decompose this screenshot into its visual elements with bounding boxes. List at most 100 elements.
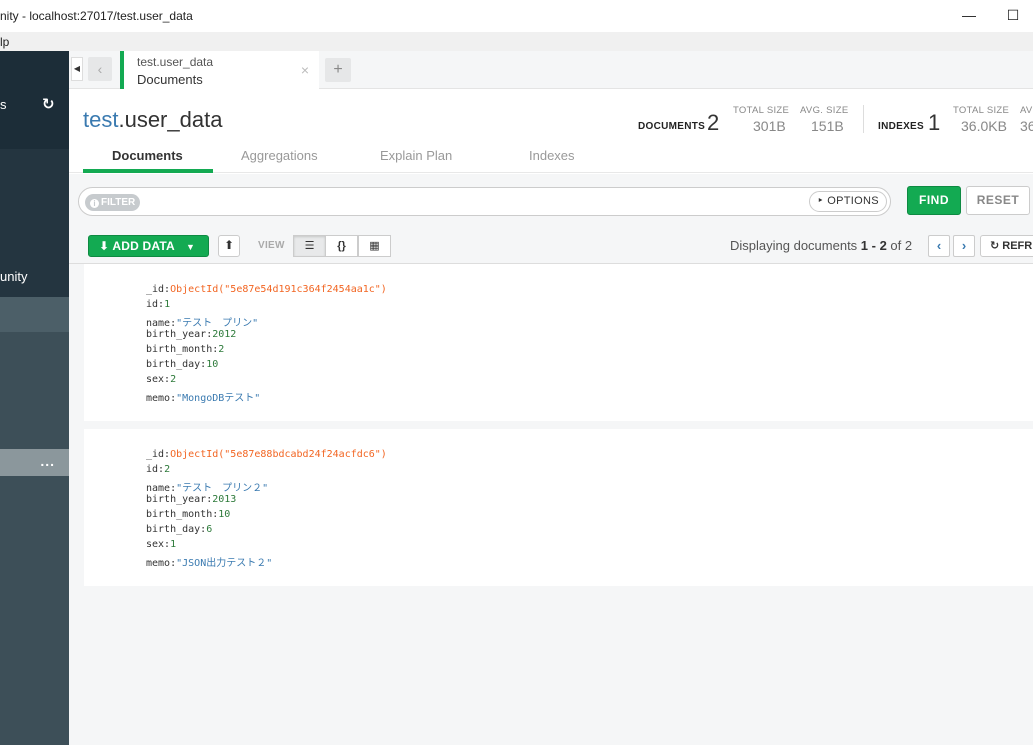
field-value: 6	[206, 524, 213, 535]
query-toolbar: i FILTER ‣ OPTIONS FIND RESET ⬇ ADD DATA …	[69, 174, 1033, 264]
field-value: 2	[170, 374, 177, 385]
document-field[interactable]: sex:2	[146, 374, 176, 385]
window-titlebar: nity - localhost:27017/test.user_data — …	[0, 0, 1033, 32]
sidebar-instance-header: s ↻	[0, 51, 69, 149]
menubar: lp	[0, 32, 1033, 51]
tab-namespace: test.user_data	[137, 55, 214, 69]
document-field[interactable]: birth_day:6	[146, 524, 212, 535]
field-key: sex:	[146, 539, 171, 550]
total-size-value: 301B	[753, 118, 786, 134]
prev-page-button[interactable]: ‹	[928, 235, 950, 257]
field-value: 1	[164, 299, 171, 310]
document-field[interactable]: birth_day:10	[146, 359, 218, 370]
add-data-button[interactable]: ⬇ ADD DATA ▼	[88, 235, 209, 257]
field-key: name:	[146, 483, 177, 494]
collection-header: test.user_data DOCUMENTS 2 TOTAL SIZE 30…	[69, 89, 1033, 173]
filter-bar[interactable]: i FILTER ‣ OPTIONS	[78, 187, 891, 216]
document-field[interactable]: id:2	[146, 464, 170, 475]
field-key: _id:	[146, 449, 171, 460]
field-key: birth_day:	[146, 359, 207, 370]
find-button[interactable]: FIND	[907, 186, 961, 215]
next-page-button[interactable]: ›	[953, 235, 975, 257]
caret-right-icon: ‣	[817, 195, 824, 207]
minimize-icon[interactable]: —	[957, 4, 981, 28]
document-field[interactable]: id:1	[146, 299, 170, 310]
list-view-button[interactable]: ☰	[293, 235, 326, 257]
more-options-icon[interactable]: ...	[40, 453, 55, 469]
field-key: id:	[146, 299, 165, 310]
export-button[interactable]: ⬆	[218, 235, 240, 257]
field-key: birth_day:	[146, 524, 207, 535]
refresh-button[interactable]: ↻ REFR	[980, 235, 1033, 257]
stats-divider	[863, 105, 864, 133]
table-icon: ▦	[369, 240, 380, 252]
braces-icon: {}	[337, 240, 346, 252]
info-icon: i	[90, 199, 99, 208]
field-value: 2	[218, 344, 225, 355]
document-field[interactable]: _id:ObjectId("5e87e88bdcabd24f24acfdc6")	[146, 449, 387, 460]
field-key: birth_year:	[146, 494, 213, 505]
document-field[interactable]: birth_month:2	[146, 344, 224, 355]
menu-item-help[interactable]: lp	[0, 35, 9, 49]
sidebar-instance-label: s	[0, 97, 7, 112]
table-view-button[interactable]: ▦	[358, 235, 391, 257]
field-value: 2013	[212, 494, 237, 505]
field-key: id:	[146, 464, 165, 475]
indexes-count: 1	[928, 110, 941, 135]
tab-bar: ◀ ‹ test.user_data Documents × +	[69, 51, 1033, 89]
document-field[interactable]: _id:ObjectId("5e87e54d191c364f2454aa1c")	[146, 284, 387, 295]
tab-aggregations[interactable]: Aggregations	[241, 148, 318, 163]
documents-stat-label: DOCUMENTS	[638, 121, 706, 132]
field-key: birth_month:	[146, 344, 219, 355]
document-card[interactable]: _id:ObjectId("5e87e88bdcabd24f24acfdc6")…	[84, 429, 1033, 586]
field-key: sex:	[146, 374, 171, 385]
sidebar-edition-panel: unity	[0, 149, 69, 297]
tab-indexes[interactable]: Indexes	[529, 148, 575, 163]
field-value: 2	[164, 464, 171, 475]
document-field[interactable]: birth_year:2013	[146, 494, 236, 505]
field-value: "テスト プリン"	[176, 318, 259, 329]
options-button[interactable]: ‣ OPTIONS	[809, 191, 887, 212]
caret-down-icon: ▼	[185, 242, 196, 252]
download-icon: ⬇	[99, 239, 110, 253]
field-value: 2012	[212, 329, 237, 340]
chevron-left-icon: ‹	[936, 238, 942, 253]
document-list: _id:ObjectId("5e87e54d191c364f2454aa1c")…	[69, 264, 1033, 745]
tab-explain-plan[interactable]: Explain Plan	[380, 148, 452, 163]
document-field[interactable]: name:"テスト プリン２"	[146, 479, 268, 494]
total-size-label: TOTAL SIZE	[733, 105, 790, 116]
field-key: _id:	[146, 284, 171, 295]
document-field[interactable]: birth_month:10	[146, 509, 230, 520]
document-field[interactable]: memo:"MongoDBテスト"	[146, 389, 260, 404]
tab-documents[interactable]: Documents	[112, 148, 183, 163]
database-name[interactable]: test	[83, 107, 118, 132]
document-card[interactable]: _id:ObjectId("5e87e54d191c364f2454aa1c")…	[84, 264, 1033, 421]
document-field[interactable]: memo:"JSON出力テスト２"	[146, 554, 272, 569]
collapse-sidebar-icon[interactable]: ◀	[71, 57, 83, 81]
refresh-icon[interactable]: ↻	[42, 95, 55, 113]
back-icon[interactable]: ‹	[88, 57, 112, 81]
filter-input[interactable]	[149, 192, 799, 212]
page-title: test.user_data	[83, 107, 222, 133]
documents-count: 2	[707, 110, 720, 135]
field-value: "テスト プリン２"	[176, 483, 269, 494]
tab-test-user-data[interactable]: test.user_data Documents ×	[120, 51, 319, 89]
json-view-button[interactable]: {}	[325, 235, 358, 257]
field-value: "JSON出力テスト２"	[176, 558, 273, 569]
view-label: VIEW	[258, 240, 285, 251]
new-tab-button[interactable]: +	[325, 58, 351, 82]
filter-label: i FILTER	[85, 194, 141, 211]
sidebar-filter-row[interactable]	[0, 297, 69, 332]
sidebar: s ↻ unity ...	[0, 51, 69, 745]
document-field[interactable]: name:"テスト プリン"	[146, 314, 258, 329]
field-value: ObjectId("5e87e88bdcabd24f24acfdc6")	[170, 449, 387, 460]
field-value: ObjectId("5e87e54d191c364f2454aa1c")	[170, 284, 387, 295]
document-field[interactable]: birth_year:2012	[146, 329, 236, 340]
document-field[interactable]: sex:1	[146, 539, 176, 550]
sidebar-item-active-collection[interactable]: ...	[0, 449, 69, 476]
field-key: memo:	[146, 393, 177, 404]
maximize-icon[interactable]: ☐	[1001, 4, 1025, 28]
reset-button[interactable]: RESET	[966, 186, 1030, 215]
field-key: memo:	[146, 558, 177, 569]
close-icon[interactable]: ×	[301, 62, 309, 78]
